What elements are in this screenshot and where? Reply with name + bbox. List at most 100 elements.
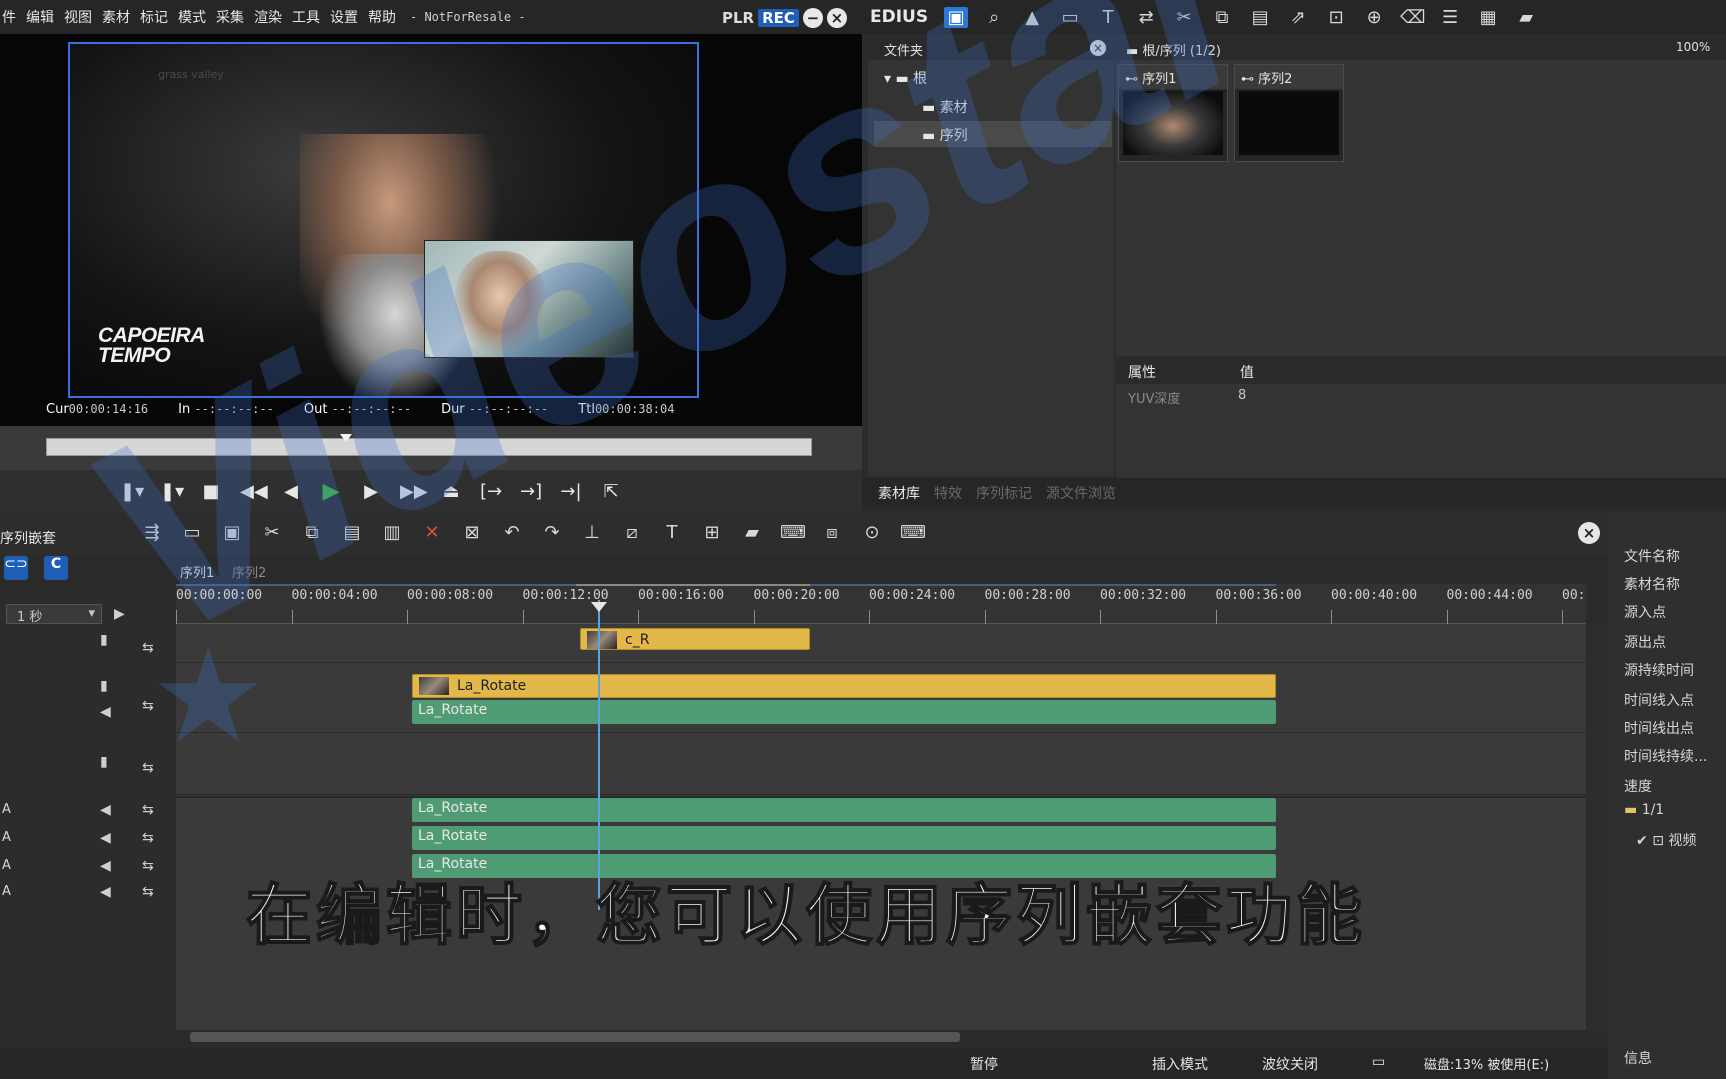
copy-icon[interactable]: ⧉ xyxy=(300,522,324,543)
ripple-delete-icon[interactable]: ⊠ xyxy=(460,522,484,543)
stop-icon[interactable]: ■ xyxy=(200,481,222,502)
paste-insert-icon[interactable]: ▥ xyxy=(380,522,404,543)
redo-icon[interactable]: ↷ xyxy=(540,522,564,543)
track-sync-icon[interactable]: ⇆ xyxy=(142,830,154,846)
timescale-select[interactable]: 1 秒 ▾ xyxy=(6,604,102,625)
play-marker-icon[interactable]: ▶ xyxy=(114,606,125,622)
paste-icon[interactable]: ▤ xyxy=(340,522,364,543)
search-icon[interactable]: ⌕ xyxy=(982,7,1006,28)
export-icon[interactable]: ⇱ xyxy=(600,481,622,502)
audio-mixer-icon[interactable]: ⧈ xyxy=(820,522,844,543)
keyboard-alt-icon[interactable]: ⌨ xyxy=(900,522,926,543)
menu-mode[interactable]: 模式 xyxy=(178,7,206,27)
mixer-icon[interactable]: ⧄ xyxy=(620,522,644,543)
show-player-icon[interactable]: ⊡ xyxy=(1324,7,1348,28)
play-icon[interactable]: ▶ xyxy=(320,479,342,504)
rewind-icon[interactable]: ◀◀ xyxy=(240,481,268,502)
delete-icon[interactable]: ⌫ xyxy=(1400,7,1425,28)
menu-edit[interactable]: 编辑 xyxy=(26,7,54,27)
track-video-icon[interactable]: ▮ xyxy=(100,632,108,648)
set-out-icon[interactable]: ❚▾ xyxy=(160,481,184,502)
sync-icon[interactable]: ⊞ xyxy=(700,522,724,543)
menu-marker[interactable]: 标记 xyxy=(140,7,168,27)
menu-file[interactable]: 件 xyxy=(2,7,16,27)
open-folder-icon[interactable]: ▭ xyxy=(1058,7,1082,28)
expand-icon[interactable]: ▾ xyxy=(884,71,891,87)
scrub-playhead[interactable] xyxy=(340,434,352,442)
folder-view-icon[interactable]: ▣ xyxy=(944,6,969,28)
clip-video-la-rotate[interactable]: La_Rotate xyxy=(412,674,1276,698)
tab-sequence-marker[interactable]: 序列标记 xyxy=(976,483,1032,503)
save-icon[interactable]: ▣ xyxy=(220,522,244,543)
scrub-bar[interactable] xyxy=(46,438,812,456)
snap-icon[interactable]: C xyxy=(44,556,68,580)
close-icon[interactable]: × xyxy=(826,8,847,28)
fast-forward-icon[interactable]: ▶▶ xyxy=(400,481,428,502)
timeline-cursor-head[interactable] xyxy=(591,602,607,612)
set-in-icon[interactable]: ❚▾ xyxy=(120,481,144,502)
snapshot-icon[interactable]: ⊙ xyxy=(860,522,884,543)
send-icon[interactable]: ⇗ xyxy=(1286,7,1310,28)
tab-seq2[interactable]: 序列2 xyxy=(232,562,266,581)
menu-view[interactable]: 视图 xyxy=(64,7,92,27)
clip-top[interactable]: c_R xyxy=(580,628,810,650)
step-forward-icon[interactable]: ▶ xyxy=(360,481,382,502)
tree-item-sequence[interactable]: ▬ 序列 xyxy=(922,125,968,145)
menu-clip[interactable]: 素材 xyxy=(102,7,130,27)
undo-icon[interactable]: ↶ xyxy=(500,522,524,543)
track-sync-icon[interactable]: ⇆ xyxy=(142,802,154,818)
marker-icon[interactable]: ▰ xyxy=(740,522,764,543)
list-view-icon[interactable]: ☰ xyxy=(1438,7,1462,28)
menu-render[interactable]: 渲染 xyxy=(254,7,282,27)
tab-bin[interactable]: 素材库 xyxy=(878,483,920,503)
overwrite-icon[interactable]: →] xyxy=(520,481,542,502)
clip-audio-la-rotate[interactable]: La_Rotate xyxy=(412,798,1276,822)
delete-icon[interactable]: ✕ xyxy=(420,522,444,543)
clip-audio-la-rotate[interactable]: La_Rotate xyxy=(412,700,1276,724)
up-icon[interactable]: ▲ xyxy=(1020,7,1044,28)
tab-seq1[interactable]: 序列1 xyxy=(180,562,214,581)
mode-icon[interactable]: ⇶ xyxy=(140,522,164,543)
bin-clip-seq1[interactable]: ⊷ 序列1 xyxy=(1118,64,1228,162)
tab-effects[interactable]: 特效 xyxy=(934,483,962,503)
step-back-icon[interactable]: ◀ xyxy=(280,481,302,502)
info-video-row[interactable]: ✔ ⊡ 视频 xyxy=(1636,830,1696,850)
menu-help[interactable]: 帮助 xyxy=(368,7,396,27)
loop-icon[interactable]: ⏏ xyxy=(440,481,462,502)
grid-view-icon[interactable]: ▦ xyxy=(1476,7,1500,28)
timeline-close-icon[interactable]: × xyxy=(1578,522,1600,544)
insert-icon[interactable]: [→ xyxy=(480,481,502,502)
monitor-icon[interactable]: ▭ xyxy=(1372,1054,1385,1070)
speaker-icon[interactable]: ◀ xyxy=(100,802,111,818)
track-video-icon[interactable]: ▮ xyxy=(100,754,108,770)
cut-icon[interactable]: ✂ xyxy=(1172,7,1196,28)
track-video-icon[interactable]: ▮ xyxy=(100,678,108,694)
clip-audio-la-rotate[interactable]: La_Rotate xyxy=(412,826,1276,850)
plr-toggle[interactable]: PLR xyxy=(722,9,754,27)
track-sync-icon[interactable]: ⇆ xyxy=(142,858,154,874)
link-icon[interactable]: ⊂⊃ xyxy=(4,556,28,580)
tree-root[interactable]: ▾ ▬ 根 xyxy=(884,68,927,88)
toolbox-icon[interactable]: ▰ xyxy=(1514,7,1538,28)
to-end-icon[interactable]: →| xyxy=(560,481,582,502)
speaker-icon[interactable]: ◀ xyxy=(100,858,111,874)
cut-icon[interactable]: ✂ xyxy=(260,522,284,543)
status-ripple[interactable]: 波纹关闭 xyxy=(1262,1054,1318,1074)
minimize-icon[interactable]: − xyxy=(802,8,823,28)
check-icon[interactable]: ✔ xyxy=(1636,833,1648,849)
paste-icon[interactable]: ▤ xyxy=(1248,7,1272,28)
add-cut-icon[interactable]: ⊥ xyxy=(580,522,604,543)
replace-icon[interactable]: ⇄ xyxy=(1134,7,1158,28)
title-icon[interactable]: T xyxy=(660,522,684,543)
info-tab[interactable]: 信息 xyxy=(1624,1048,1652,1068)
status-insert-mode[interactable]: 插入模式 xyxy=(1152,1054,1208,1074)
speaker-icon[interactable]: ◀ xyxy=(100,884,111,900)
speaker-icon[interactable]: ◀ xyxy=(100,704,111,720)
add-timeline-icon[interactable]: ⊕ xyxy=(1362,7,1386,28)
tab-source-browser[interactable]: 源文件浏览 xyxy=(1046,483,1116,503)
bin-clip-seq2[interactable]: ⊷ 序列2 xyxy=(1234,64,1344,162)
menu-tools[interactable]: 工具 xyxy=(292,7,320,27)
rec-toggle[interactable]: REC xyxy=(758,9,799,27)
bin-zoom[interactable]: 100% xyxy=(1676,40,1710,54)
folder-close-icon[interactable]: × xyxy=(1090,40,1106,56)
